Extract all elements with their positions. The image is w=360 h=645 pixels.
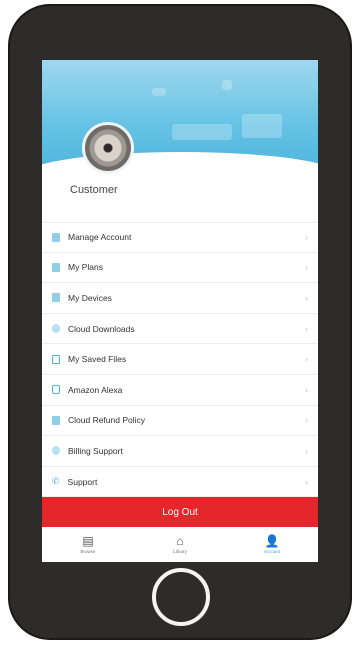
device-icon <box>52 293 60 303</box>
chevron-right-icon: › <box>305 445 308 456</box>
menu-item-label: Cloud Downloads <box>68 323 135 334</box>
menu-item-label: Support <box>67 476 98 487</box>
menu-item-my-devices[interactable]: My Devices › <box>42 283 318 314</box>
menu-item-support[interactable]: ✆ Support › <box>42 467 318 498</box>
chevron-right-icon: › <box>305 354 308 365</box>
profile-name: Customer <box>70 184 118 196</box>
menu-item-my-plans[interactable]: My Plans › <box>42 253 318 284</box>
chevron-right-icon: › <box>305 415 308 426</box>
chevron-right-icon: › <box>305 262 308 273</box>
folder-icon <box>52 354 60 364</box>
cloud-download-icon <box>52 324 60 334</box>
menu-item-my-saved-files[interactable]: My Saved Files › <box>42 344 318 375</box>
menu-item-label: Amazon Alexa <box>68 384 123 395</box>
menu-item-cloud-downloads[interactable]: Cloud Downloads › <box>42 314 318 345</box>
chevron-right-icon: › <box>305 476 308 487</box>
account-icon: 👤 <box>264 534 280 548</box>
header-decoration <box>242 114 282 138</box>
browse-icon: ▤ <box>82 534 94 548</box>
chevron-right-icon: › <box>305 384 308 395</box>
header-decoration <box>152 88 166 96</box>
menu-item-label: Manage Account <box>68 232 132 243</box>
menu-item-label: My Saved Files <box>68 354 127 365</box>
header-decoration <box>172 124 232 140</box>
tab-account[interactable]: 👤 Account <box>226 527 318 562</box>
avatar[interactable] <box>82 122 134 174</box>
app-screen: Customer Manage Account › My Plans › My … <box>42 60 318 562</box>
menu-item-manage-account[interactable]: Manage Account › <box>42 222 318 253</box>
menu-item-label: Cloud Refund Policy <box>68 415 146 426</box>
user-icon <box>52 232 60 242</box>
tab-label: Account <box>263 549 281 554</box>
menu-item-label: My Devices <box>68 292 112 303</box>
menu-item-amazon-alexa[interactable]: Amazon Alexa › <box>42 375 318 406</box>
account-menu: Manage Account › My Plans › My Devices ›… <box>42 222 318 498</box>
phone-frame: Customer Manage Account › My Plans › My … <box>8 4 352 640</box>
document-icon <box>52 262 60 272</box>
menu-item-billing-support[interactable]: Billing Support › <box>42 436 318 467</box>
home-button[interactable] <box>152 568 210 626</box>
library-icon: ⌂ <box>176 534 184 548</box>
bottom-tab-bar: ▤ Browse ⌂ Library 👤 Account <box>42 527 318 562</box>
logout-button[interactable]: Log Out <box>42 497 318 527</box>
menu-item-label: My Plans <box>68 262 103 273</box>
header-decoration <box>222 80 232 90</box>
menu-item-label: Billing Support <box>68 445 123 456</box>
phone-icon: ✆ <box>52 476 60 487</box>
alexa-icon <box>52 385 60 395</box>
tab-label: Browse <box>80 549 96 554</box>
refund-icon <box>52 415 60 425</box>
chevron-right-icon: › <box>305 323 308 334</box>
tab-browse[interactable]: ▤ Browse <box>42 527 134 562</box>
tab-label: Library <box>173 549 187 554</box>
tab-library[interactable]: ⌂ Library <box>134 527 226 562</box>
chevron-right-icon: › <box>305 292 308 303</box>
chevron-right-icon: › <box>305 232 308 243</box>
billing-icon <box>52 446 60 456</box>
menu-item-cloud-refund-policy[interactable]: Cloud Refund Policy › <box>42 406 318 437</box>
